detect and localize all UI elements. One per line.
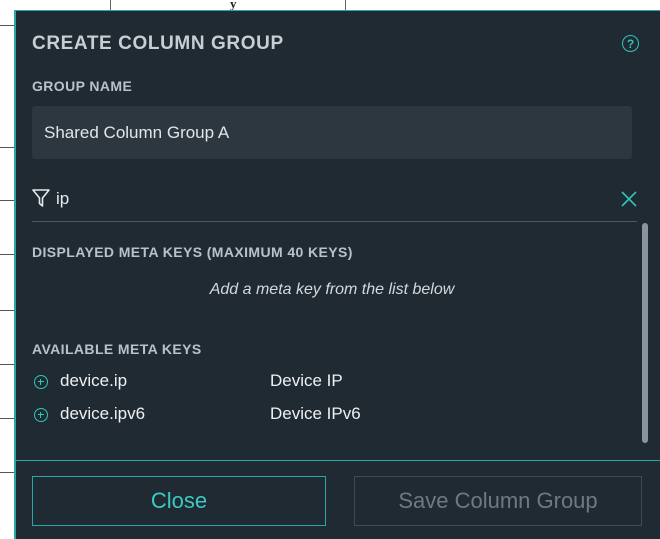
close-button[interactable]: Close	[32, 476, 326, 526]
add-key-icon[interactable]	[34, 408, 48, 422]
clear-filter-icon[interactable]	[620, 190, 638, 208]
background-divider	[0, 418, 14, 419]
background-divider	[0, 147, 14, 148]
available-meta-keys-label: AVAILABLE META KEYS	[32, 341, 202, 357]
group-name-label: GROUP NAME	[32, 78, 133, 94]
background-divider	[0, 364, 14, 365]
create-column-group-dialog: CREATE COLUMN GROUP ? GROUP NAME DISPLAY…	[14, 10, 660, 539]
meta-key-name: device.ip	[60, 371, 128, 390]
dialog-title: CREATE COLUMN GROUP	[32, 33, 284, 54]
background-divider	[0, 472, 14, 473]
list-scrollbar[interactable]	[642, 223, 648, 443]
add-key-icon[interactable]	[34, 375, 48, 389]
meta-key-description: Device IP	[270, 371, 343, 390]
meta-key-name: device.ipv6	[60, 404, 146, 423]
background-divider	[0, 25, 14, 26]
background-divider	[0, 200, 14, 201]
group-name-input[interactable]	[32, 106, 632, 159]
save-column-group-button[interactable]: Save Column Group	[354, 476, 642, 526]
background-divider	[0, 254, 14, 255]
empty-displayed-keys-message: Add a meta key from the list below	[209, 281, 455, 298]
help-icon[interactable]: ?	[622, 35, 639, 52]
footer-divider	[16, 460, 660, 461]
meta-key-description: Device IPv6	[270, 404, 361, 423]
filter-icon	[32, 189, 50, 207]
displayed-meta-keys-label: DISPLAYED META KEYS (MAXIMUM 40 KEYS)	[32, 244, 353, 260]
filter-bar	[32, 181, 637, 222]
background-left-edge	[0, 14, 14, 539]
background-divider	[0, 310, 14, 311]
filter-input[interactable]	[56, 185, 576, 213]
